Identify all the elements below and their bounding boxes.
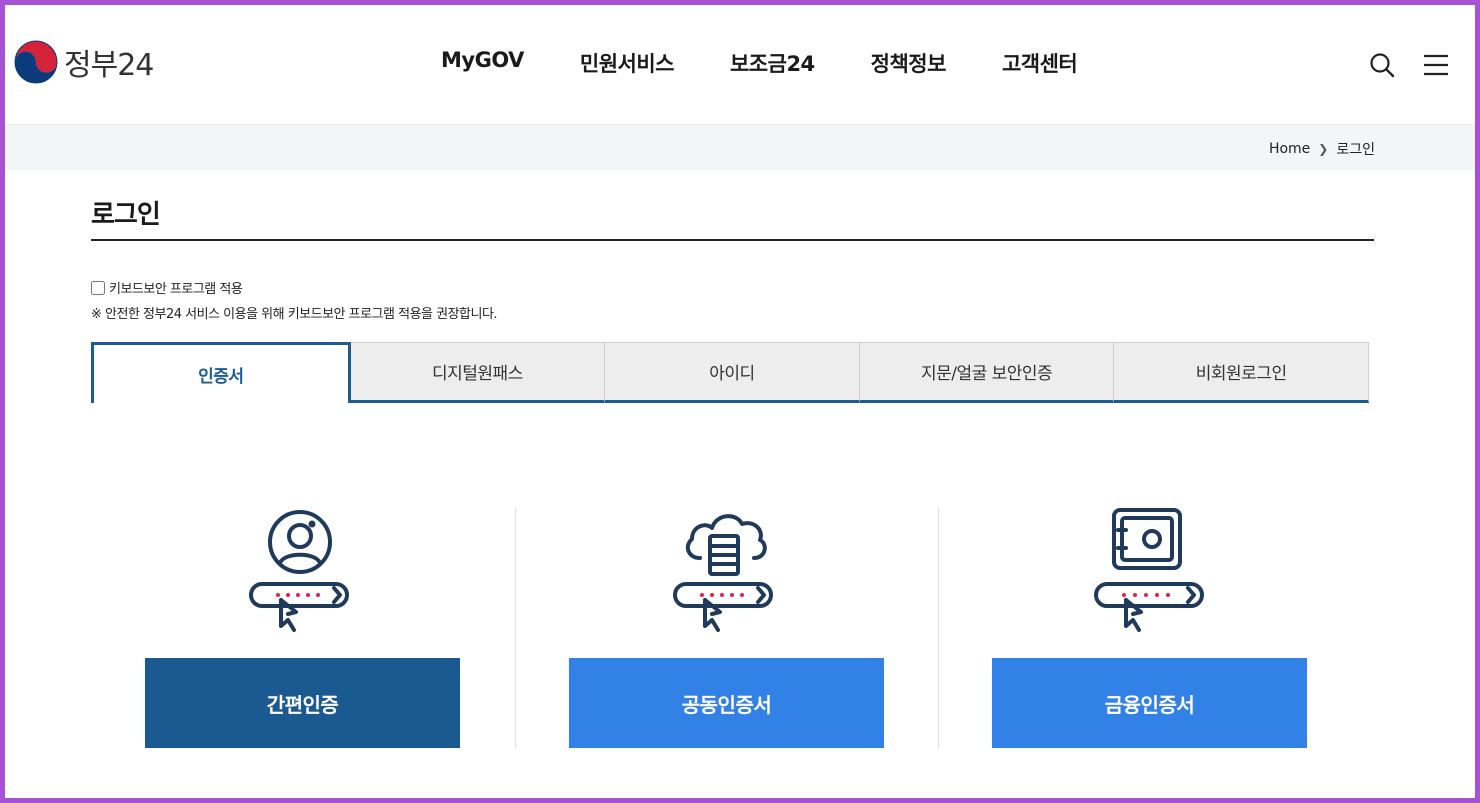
keyboard-security-section: 키보드보안 프로그램 적용 ※ 안전한 정부24 서비스 이용을 위해 키보드보…: [91, 278, 498, 322]
financial-certificate-card: 금융인증서: [992, 508, 1307, 748]
tab-guest-login[interactable]: 비회원로그인: [1114, 342, 1369, 403]
breadcrumb-bar: Home ❯ 로그인: [5, 124, 1475, 170]
main-nav: MyGOV 민원서비스 보조금24 정책정보 고객센터: [441, 48, 1078, 78]
site-header: 정부24 MyGOV 민원서비스 보조금24 정책정보 고객센터: [5, 5, 1475, 124]
keyboard-security-note: ※ 안전한 정부24 서비스 이용을 위해 키보드보안 프로그램 적용을 권장합…: [91, 307, 498, 322]
hamburger-menu-icon: [1424, 54, 1448, 76]
card-divider: [515, 508, 516, 748]
login-method-tabs: 인증서 디지털원패스 아이디 지문/얼굴 보안인증 비회원로그인: [91, 342, 1369, 403]
header-utilities: [1367, 50, 1451, 80]
nav-mygov[interactable]: MyGOV: [441, 48, 524, 78]
keyboard-security-checkbox[interactable]: [91, 280, 105, 295]
nav-subsidy24[interactable]: 보조금24: [730, 48, 815, 78]
keyboard-security-label: 키보드보안 프로그램 적용: [109, 282, 243, 297]
nav-policy-info[interactable]: 정책정보: [871, 48, 947, 78]
title-divider: [91, 239, 1374, 241]
user-login-icon: [248, 510, 349, 632]
breadcrumb: Home ❯ 로그인: [1269, 139, 1375, 159]
nav-civil-services[interactable]: 민원서비스: [580, 48, 675, 78]
page-title: 로그인: [91, 200, 161, 230]
tab-biometric[interactable]: 지문/얼굴 보안인증: [859, 342, 1115, 403]
joint-certificate-card: 공동인증서: [569, 508, 884, 748]
taegeuk-logo-icon: [14, 40, 58, 84]
tab-certificate[interactable]: 인증서: [91, 342, 351, 403]
search-button[interactable]: [1367, 50, 1397, 80]
card-divider: [938, 508, 939, 748]
financial-certificate-button[interactable]: 금융인증서: [992, 658, 1307, 748]
tab-digital-onepass[interactable]: 디지털원패스: [350, 342, 606, 403]
chevron-right-icon: ❯: [1318, 142, 1329, 156]
logo[interactable]: 정부24: [14, 40, 154, 84]
breadcrumb-home[interactable]: Home: [1269, 141, 1310, 157]
menu-button[interactable]: [1421, 50, 1451, 80]
tab-id[interactable]: 아이디: [605, 342, 860, 403]
safe-login-icon: [1093, 508, 1204, 632]
simple-auth-button[interactable]: 간편인증: [145, 658, 460, 748]
certificate-options: 간편인증 공동인증서 금융인증서: [91, 508, 1374, 748]
keyboard-security-option[interactable]: 키보드보안 프로그램 적용: [91, 278, 497, 297]
cloud-server-login-icon: [672, 514, 773, 632]
nav-customer-center[interactable]: 고객센터: [1002, 48, 1078, 78]
joint-certificate-button[interactable]: 공동인증서: [569, 658, 884, 748]
logo-text: 정부24: [64, 48, 154, 83]
simple-auth-card: 간편인증: [145, 508, 460, 748]
breadcrumb-current: 로그인: [1336, 142, 1375, 158]
search-icon: [1370, 53, 1395, 78]
